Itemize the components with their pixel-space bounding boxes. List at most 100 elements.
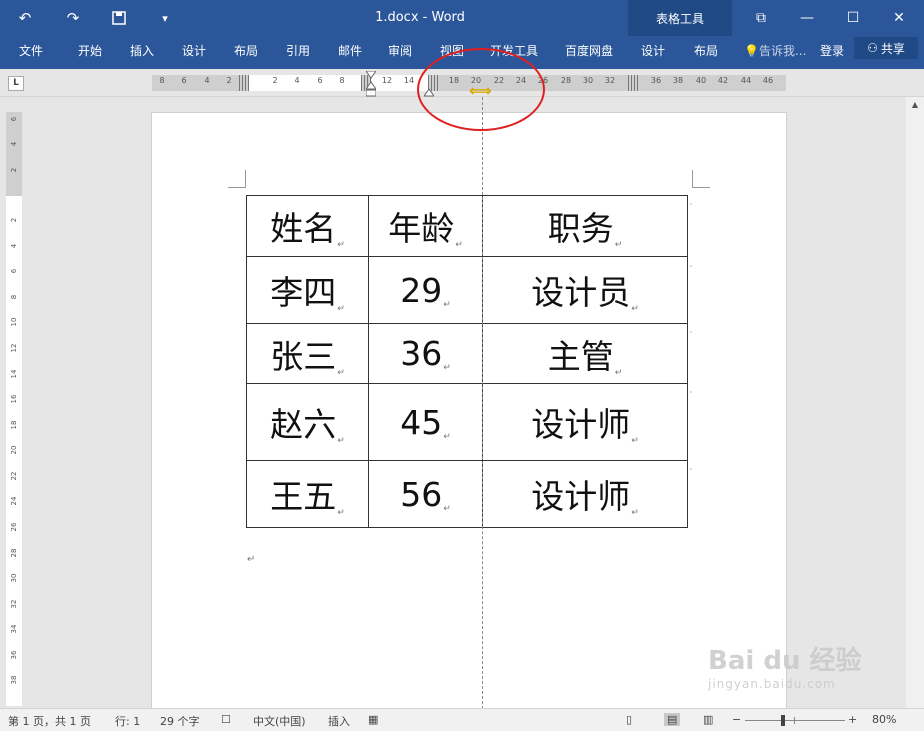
- tab-references[interactable]: 引用: [286, 40, 310, 62]
- save-icon[interactable]: [108, 8, 130, 28]
- tab-table-layout[interactable]: 布局: [694, 40, 718, 62]
- cell-end-mark: ↵: [631, 508, 639, 518]
- vruler-tick-label: 4: [10, 243, 18, 249]
- table-cell[interactable]: 36↵: [368, 323, 483, 384]
- zoom-slider-thumb[interactable]: [781, 715, 785, 726]
- language-status[interactable]: 中文(中国): [253, 713, 306, 729]
- tab-home[interactable]: 开始: [78, 40, 102, 62]
- person-icon: ⚇: [867, 41, 878, 55]
- table-cell[interactable]: 王五↵: [246, 460, 369, 528]
- table-cell[interactable]: 45↵: [368, 383, 483, 461]
- table-cell[interactable]: 主管↵: [482, 323, 688, 384]
- proofing-icon[interactable]: ☐: [221, 713, 231, 726]
- scroll-up-arrow-icon[interactable]: ▲: [908, 100, 922, 112]
- close-button[interactable]: ✕: [884, 8, 914, 28]
- maximize-button[interactable]: ☐: [838, 8, 868, 28]
- zoom-slider[interactable]: [745, 720, 845, 721]
- table-row: 王五↵ 56↵ 设计师↵: [246, 460, 688, 528]
- cell-end-mark: ↵: [337, 508, 345, 518]
- ruler-tick-label: 42: [717, 76, 729, 85]
- zoom-slider-center-mark: [794, 717, 795, 724]
- tab-design[interactable]: 设计: [182, 40, 206, 62]
- vruler-tick-label: 36: [10, 650, 18, 660]
- tab-table-design[interactable]: 设计: [641, 40, 665, 62]
- indent-marker[interactable]: [365, 70, 377, 97]
- ruler-tick-label: 4: [204, 76, 210, 85]
- table-cell[interactable]: 设计员↵: [482, 256, 688, 324]
- cell-text: 年龄: [388, 209, 455, 248]
- ruler-tick-label: 46: [762, 76, 774, 85]
- cell-end-mark: ↵: [614, 367, 623, 378]
- share-button[interactable]: ⚇ 共享: [854, 37, 918, 59]
- document-table[interactable]: 姓名↵ 年龄↵ 职务↵ 李四↵ 29↵ 设计员↵ 张三↵ 36↵ 主管↵ 赵六↵…: [246, 195, 688, 528]
- cell-end-mark: ↵: [337, 240, 345, 250]
- cell-end-mark: ↵: [337, 436, 345, 446]
- vruler-tick-label: 8: [10, 294, 18, 300]
- cell-text: 职务: [547, 209, 614, 248]
- cell-end-mark: ↵: [443, 363, 451, 373]
- table-cell[interactable]: 赵六↵: [246, 383, 369, 461]
- web-layout-icon[interactable]: ▥: [703, 713, 713, 726]
- vruler-tick-label: 2: [10, 167, 18, 173]
- cell-text: 29: [400, 270, 443, 310]
- minimize-button[interactable]: —: [792, 8, 822, 28]
- baidu-jingyan-watermark: Bai du 经验 jingyan.baidu.com: [708, 640, 862, 691]
- macro-recording-icon[interactable]: ▦: [368, 713, 378, 726]
- zoom-in-button[interactable]: +: [848, 713, 857, 726]
- undo-icon[interactable]: ↶: [14, 8, 36, 28]
- table-cell[interactable]: 李四↵: [246, 256, 369, 324]
- line-status[interactable]: 行: 1: [115, 713, 140, 729]
- zoom-out-button[interactable]: −: [732, 713, 741, 726]
- table-cell[interactable]: 设计师↵: [482, 460, 688, 528]
- table-cell[interactable]: 张三↵: [246, 323, 369, 384]
- table-cell[interactable]: 29↵: [368, 256, 483, 324]
- column-marker[interactable]: [239, 75, 249, 91]
- tab-mailings[interactable]: 邮件: [338, 40, 362, 62]
- tab-baidu-netdisk[interactable]: 百度网盘: [565, 40, 613, 62]
- margin-corner-mark: [692, 170, 710, 188]
- redo-icon[interactable]: ↷: [62, 8, 84, 28]
- cell-end-mark: ↵: [337, 304, 345, 314]
- ruler-tick-label: 40: [695, 76, 707, 85]
- customize-quick-access-icon[interactable]: ▾: [154, 8, 176, 28]
- table-cell[interactable]: 设计师↵: [482, 383, 688, 461]
- table-header-row: 姓名↵ 年龄↵ 职务↵: [246, 195, 688, 257]
- vertical-scrollbar[interactable]: [906, 97, 924, 708]
- vruler-tick-label: 26: [10, 522, 18, 532]
- table-cell[interactable]: 姓名↵: [246, 195, 369, 257]
- cell-end-mark: ↵: [443, 503, 451, 514]
- column-marker[interactable]: [628, 75, 638, 91]
- cell-text: 56: [400, 474, 443, 514]
- zoom-level[interactable]: 80%: [872, 713, 896, 726]
- cell-end-mark: ↵: [443, 431, 451, 442]
- lightbulb-icon: 💡: [744, 44, 759, 58]
- insert-mode-status[interactable]: 插入: [328, 713, 350, 729]
- tab-review[interactable]: 审阅: [388, 40, 412, 62]
- vruler-tick-label: 28: [10, 548, 18, 558]
- cell-text: 45: [400, 402, 443, 442]
- print-layout-icon[interactable]: ▤: [664, 713, 681, 726]
- table-cell[interactable]: 56↵: [368, 460, 483, 528]
- word-count-status[interactable]: 29 个字: [160, 713, 200, 729]
- ruler-tick-label: 12: [381, 76, 393, 85]
- tab-insert[interactable]: 插入: [130, 40, 154, 62]
- table-cell[interactable]: 年龄↵: [368, 195, 483, 257]
- ribbon-display-options-icon[interactable]: ⧉: [746, 8, 776, 28]
- vruler-tick-label: 34: [10, 624, 18, 634]
- margin-corner-mark: [228, 170, 246, 188]
- cell-text: 姓名: [270, 209, 337, 248]
- read-mode-icon[interactable]: ▯: [626, 713, 632, 726]
- page-count-status[interactable]: 第 1 页，共 1 页: [8, 713, 91, 729]
- tab-stop-selector[interactable]: L: [8, 76, 24, 91]
- cell-text: 设计员: [531, 273, 631, 312]
- tab-file[interactable]: 文件: [19, 40, 43, 62]
- title-bar: ↶ ↷ ▾ 1.docx - Word 表格工具 ⧉ — ☐ ✕: [0, 0, 924, 69]
- tell-me-box[interactable]: 💡告诉我...: [744, 40, 806, 62]
- ruler-tick-label: 36: [650, 76, 662, 85]
- table-cell[interactable]: 职务↵: [482, 195, 688, 257]
- tab-layout[interactable]: 布局: [234, 40, 258, 62]
- table-row: 李四↵ 29↵ 设计员↵: [246, 256, 688, 324]
- ruler-tick-label: 2: [272, 76, 278, 85]
- login-link[interactable]: 登录: [820, 40, 844, 62]
- vruler-tick-label: 12: [10, 343, 18, 353]
